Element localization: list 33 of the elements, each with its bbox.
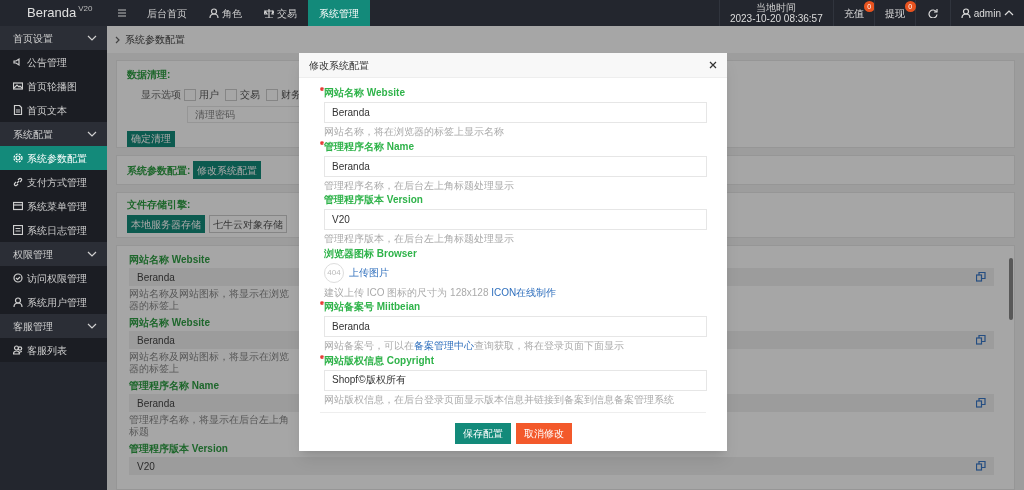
field-value: Beranda <box>137 333 175 348</box>
checkbox-label: 财务 <box>281 88 301 101</box>
field-value: Beranda <box>137 270 175 285</box>
version-label: V20 <box>78 3 93 15</box>
field-label: 网站名称 Website <box>129 317 210 329</box>
field-label: 网站备案号 Miitbeian <box>324 301 421 313</box>
help-text: 管理程序版本，在后台左上角标题处理显示 <box>324 233 514 245</box>
section-label: 文件存储引擎: <box>127 199 191 211</box>
clock-time: 2023-10-20 08:36:57 <box>729 12 823 25</box>
checkbox-label: 交易 <box>240 88 260 101</box>
field-label: 网站名称 Website <box>129 254 210 266</box>
clock-label: 当地时间 <box>756 1 797 13</box>
help-text: 管理程序名称，在后台左上角标题处理显示 <box>324 179 514 192</box>
field-label: 管理程序版本 Version <box>324 194 423 206</box>
dialog-title: 修改系统配置 <box>309 58 369 73</box>
field-label: 网站版权信息 Copyright <box>324 354 434 367</box>
help-text: 网站备案号，可以在备案管理中心查询获取，将在登录页面下面显示 <box>324 340 624 352</box>
options-label: 显示选项 <box>141 88 181 102</box>
help-text: 建议上传 ICO 图标的尺寸为 128x128 ICON在线制作 <box>324 286 557 299</box>
field-label: 管理程序版本 Version <box>129 443 228 455</box>
field-value: Beranda <box>137 396 175 411</box>
section-label: 数据清理: <box>127 69 171 81</box>
field-value: V20 <box>137 459 155 474</box>
field-label: 管理程序名称 Name <box>324 140 414 153</box>
help-text: 网站名称，将在浏览器的标签上显示名称 <box>324 126 504 138</box>
field-label: 管理程序名称 Name <box>129 380 219 392</box>
section-label: 系统参数配置: <box>127 163 191 178</box>
app-logo: Beranda <box>27 4 77 23</box>
checkbox-label: 用户 <box>199 88 219 101</box>
breadcrumb: 系统参数配置 <box>125 33 185 47</box>
help-text: 网站版权信息，在后台登录页面显示版本信息并链接到备案到信息备案管理系统 <box>324 393 674 406</box>
field-label: 网站名称 Website <box>324 87 405 99</box>
field-label: 浏览器图标 Browser <box>324 247 417 260</box>
